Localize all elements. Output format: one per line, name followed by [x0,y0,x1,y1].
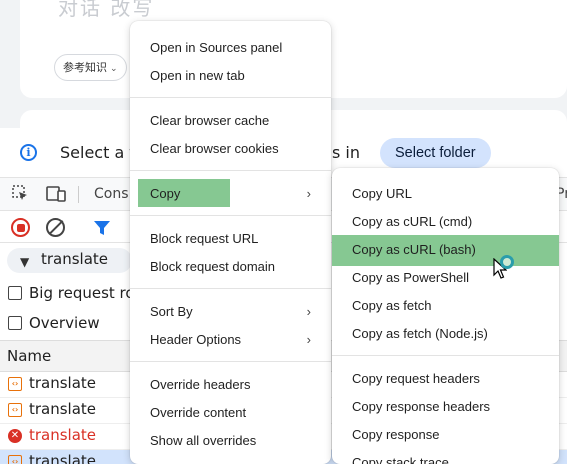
filter-value: translate [41,250,109,268]
checkbox[interactable] [8,316,22,330]
menu-item-override-headers[interactable]: Override headers [130,372,331,398]
filter-icon[interactable] [93,220,111,236]
chevron-right-icon: › [306,304,311,319]
menu-item-copy-powershell[interactable]: Copy as PowerShell [332,265,559,291]
menu-item-copy-curl-bash[interactable]: Copy as cURL (bash) [332,237,559,263]
info-icon: i [20,144,37,161]
menu-item-copy-stack-trace[interactable]: Copy stack trace [332,450,559,464]
menu-item-header-options-label: Header Options [150,332,242,347]
inspect-element-icon[interactable] [12,185,29,202]
menu-separator [130,288,331,289]
chevron-down-icon: ⌄ [110,64,118,74]
menu-item-copy-response[interactable]: Copy response [332,422,559,448]
menu-item-block-url[interactable]: Block request URL [130,226,331,252]
document-icon: ‹› [8,403,22,417]
menu-item-copy-label: Copy [150,186,181,201]
menu-item-copy[interactable]: Copy › [130,181,331,207]
menu-item-copy-request-headers[interactable]: Copy request headers [332,366,559,392]
menu-item-clear-cookies[interactable]: Clear browser cookies [130,136,331,162]
chip-label: 参考知识 [63,61,107,74]
overview-label: Overview [29,314,100,332]
tab-console[interactable]: Cons [94,186,129,202]
chevron-right-icon: › [306,186,311,201]
tab-divider [78,186,79,203]
request-name: translate [29,452,97,464]
infobar-text-start: Select a f [60,143,135,162]
document-icon: ‹› [8,455,22,464]
request-name: translate [29,400,97,418]
menu-item-copy-fetch-node[interactable]: Copy as fetch (Node.js) [332,321,559,347]
big-request-rows-label: Big request ro [29,284,135,302]
menu-item-copy-fetch[interactable]: Copy as fetch [332,293,559,319]
menu-item-show-all-overrides[interactable]: Show all overrides [130,428,331,454]
menu-separator [130,97,331,98]
menu-separator [130,215,331,216]
error-icon: ✕ [8,429,22,443]
request-name: translate [29,374,97,392]
menu-separator [130,170,331,171]
stop-recording-icon[interactable] [11,218,30,237]
big-request-rows-option[interactable]: Big request ro [8,284,135,306]
menu-item-sort-by[interactable]: Sort By › [130,299,331,325]
menu-item-copy-curl-cmd[interactable]: Copy as cURL (cmd) [332,209,559,235]
reference-knowledge-chip[interactable]: 参考知识 ⌄ [54,54,127,81]
clear-icon[interactable] [46,218,65,237]
menu-item-header-options[interactable]: Header Options › [130,327,331,353]
funnel-icon: ▼ [20,255,30,269]
menu-item-open-in-new-tab[interactable]: Open in new tab [130,63,331,89]
menu-item-block-domain[interactable]: Block request domain [130,254,331,280]
select-folder-button[interactable]: Select folder [380,138,491,168]
request-name: translate [29,426,97,444]
menu-separator [130,361,331,362]
copy-submenu: Copy URL Copy as cURL (cmd) Copy as cURL… [332,168,559,464]
menu-item-override-content[interactable]: Override content [130,400,331,426]
busy-indicator-icon [500,255,514,269]
device-toolbar-icon[interactable] [46,185,66,203]
infobar-text-end: s in [332,143,361,162]
menu-item-clear-cache[interactable]: Clear browser cache [130,108,331,134]
chat-placeholder-text: 对话 改写 [58,0,155,20]
menu-item-sort-by-label: Sort By [150,304,193,319]
filter-input[interactable]: ▼ translate [7,248,132,273]
menu-separator [332,355,559,356]
menu-item-copy-url[interactable]: Copy URL [332,181,559,207]
checkbox[interactable] [8,286,22,300]
menu-item-open-in-sources[interactable]: Open in Sources panel [130,35,331,61]
overview-option[interactable]: Overview [8,314,100,336]
menu-item-copy-response-headers[interactable]: Copy response headers [332,394,559,420]
name-header-label: Name [7,347,52,365]
document-icon: ‹› [8,377,22,391]
chevron-right-icon: › [306,332,311,347]
context-menu: Open in Sources panel Open in new tab Cl… [130,21,331,464]
